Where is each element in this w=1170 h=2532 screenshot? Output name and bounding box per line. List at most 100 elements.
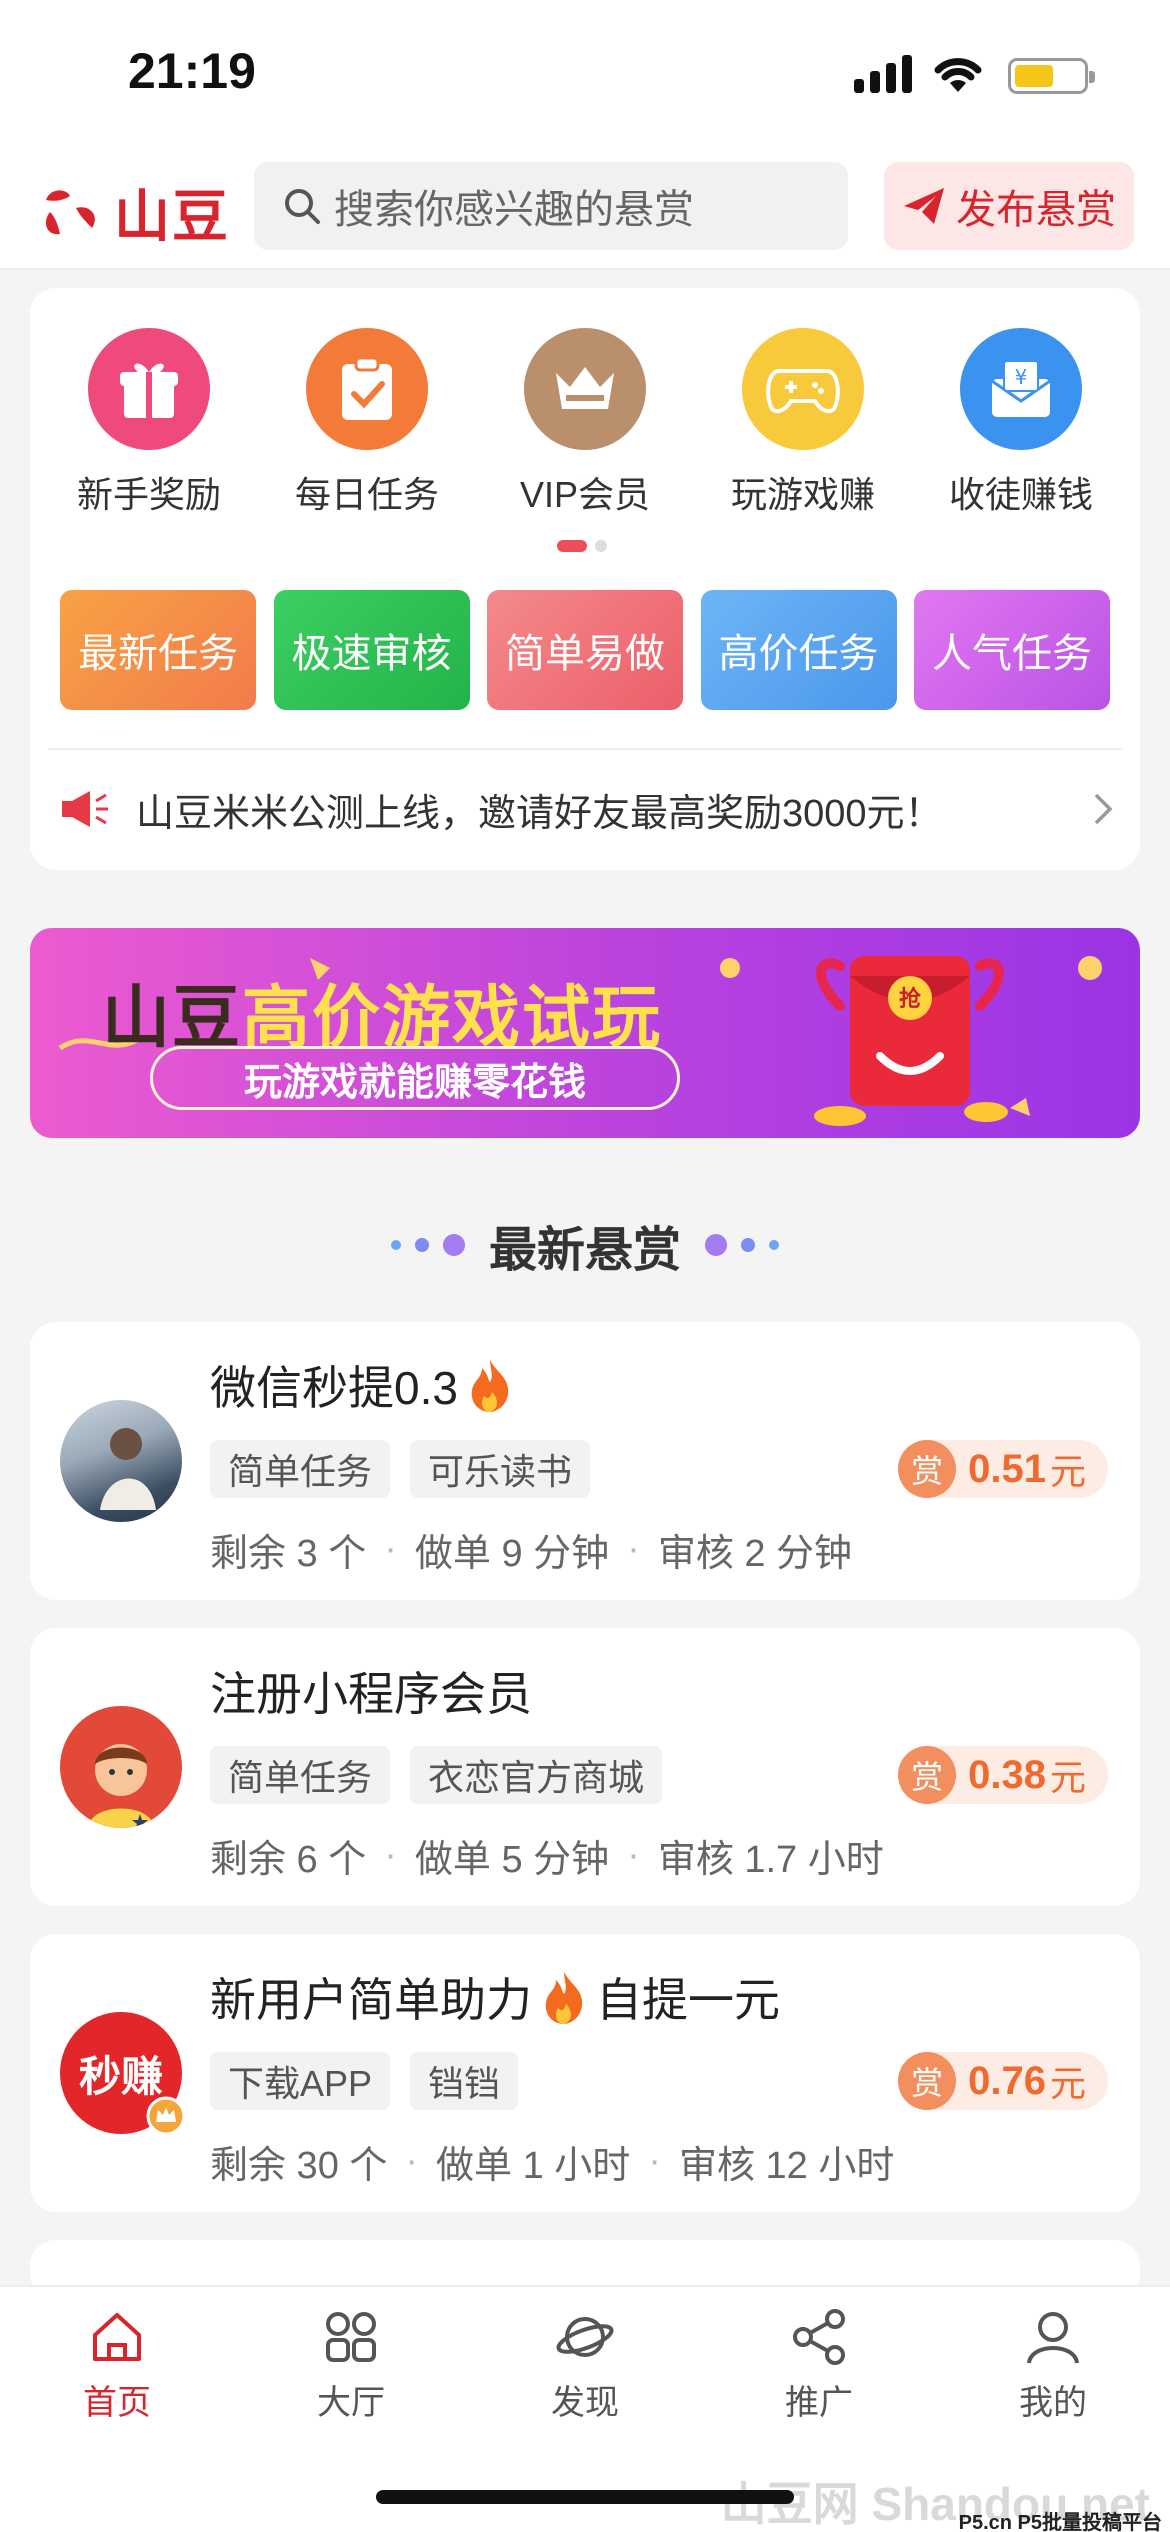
task-tag: 简单任务 xyxy=(210,1746,391,1804)
chevron-right-icon xyxy=(1094,793,1113,825)
task-review-time: 审核 1.7 小时 xyxy=(657,1839,884,1881)
publish-reward-button[interactable]: 发布悬赏 xyxy=(884,162,1134,250)
tab-label: 发现 xyxy=(551,2384,619,2422)
indicator-dot xyxy=(595,540,607,552)
tab-home[interactable]: 首页 xyxy=(27,2307,207,2424)
task-remaining: 剩余 6 个 xyxy=(210,1839,367,1881)
logo-text: 山豆 xyxy=(114,185,230,248)
home-indicator[interactable] xyxy=(376,2490,794,2504)
app-logo[interactable]: 山豆 xyxy=(36,172,230,253)
fire-icon xyxy=(471,1360,509,1412)
announcement-bar[interactable]: 山豆米米公测上线，邀请好友最高奖励3000元！ xyxy=(48,748,1122,868)
task-meta: 剩余 30 个 · 做单 1 小时 · 审核 12 小时 xyxy=(210,2134,894,2189)
grid-icon xyxy=(326,2312,376,2362)
task-avatar xyxy=(60,1706,182,1828)
reward-amount: 0.51 xyxy=(968,1446,1046,1491)
fire-icon xyxy=(545,1972,583,2024)
section-heading: 最新悬赏 xyxy=(0,1210,1170,1280)
publish-label: 发布悬赏 xyxy=(956,188,1116,232)
reward-amount: 0.38 xyxy=(968,1752,1046,1797)
task-reward: 赏 0.38 元 xyxy=(898,1746,1108,1804)
task-duration: 做单 9 分钟 xyxy=(414,1533,610,1575)
category-high-price[interactable]: 高价任务 xyxy=(700,590,897,710)
gamepad-icon xyxy=(742,328,864,450)
task-tags: 简单任务 可乐读书 xyxy=(210,1440,591,1498)
tab-hall[interactable]: 大厅 xyxy=(261,2307,441,2424)
crown-icon xyxy=(524,328,646,450)
envelope-yen-icon: ¥ xyxy=(960,328,1082,450)
quick-item-newbie-reward[interactable]: 新手奖励 xyxy=(49,328,249,518)
quick-item-recruit-earn[interactable]: ¥ 收徒赚钱 xyxy=(921,328,1121,518)
task-tags: 简单任务 衣恋官方商城 xyxy=(210,1746,663,1804)
tab-label: 推广 xyxy=(785,2384,853,2422)
quick-item-label: 每日任务 xyxy=(294,474,439,515)
task-review-time: 审核 2 分钟 xyxy=(657,1533,853,1575)
quick-item-daily-task[interactable]: 每日任务 xyxy=(267,328,467,518)
quick-item-vip[interactable]: VIP会员 xyxy=(485,328,685,518)
share-icon xyxy=(793,2309,845,2365)
quick-icon-row: 新手奖励 每日任务 VIP会员 玩游戏赚 ¥ 收徒赚钱 xyxy=(30,328,1140,518)
search-placeholder: 搜索你感兴趣的悬赏 xyxy=(334,188,694,232)
carousel-indicator xyxy=(557,540,607,552)
tab-discover[interactable]: 发现 xyxy=(495,2307,675,2424)
reward-badge: 赏 xyxy=(898,2052,957,2110)
tab-promote[interactable]: 推广 xyxy=(729,2307,909,2424)
reward-amount: 0.76 xyxy=(968,2058,1046,2103)
task-tag: 下载APP xyxy=(210,2052,391,2110)
search-icon xyxy=(285,189,320,224)
red-envelope-icon: 抢 xyxy=(814,956,1008,1126)
category-latest[interactable]: 最新任务 xyxy=(60,590,256,710)
category-easy[interactable]: 简单易做 xyxy=(487,590,683,710)
tab-label: 首页 xyxy=(83,2384,151,2422)
category-fast-review[interactable]: 极速审核 xyxy=(273,590,470,710)
task-title-suffix: 自提一元 xyxy=(596,1974,780,2026)
task-title-text: 注册小程序会员 xyxy=(210,1668,532,1720)
task-title-text: 新用户简单助力 xyxy=(210,1974,532,2026)
task-remaining: 剩余 30 个 xyxy=(210,2145,388,2187)
quick-item-label: 玩游戏赚 xyxy=(730,474,875,515)
reward-unit: 元 xyxy=(1049,1451,1086,1492)
tab-me[interactable]: 我的 xyxy=(963,2307,1143,2424)
task-tags: 下载APP 铛铛 xyxy=(210,2052,519,2110)
search-input[interactable]: 搜索你感兴趣的悬赏 xyxy=(254,162,848,250)
reward-unit: 元 xyxy=(1049,2063,1086,2104)
task-title: 微信秒提0.3 xyxy=(210,1352,514,1418)
task-reward: 赏 0.76 元 xyxy=(898,2052,1108,2110)
quick-item-label: 新手奖励 xyxy=(76,474,221,515)
indicator-dot-active xyxy=(557,540,587,552)
svg-text:¥: ¥ xyxy=(1015,365,1028,389)
promo-banner[interactable]: 山豆高价游戏试玩 玩游戏就能赚零花钱 抢 xyxy=(30,928,1140,1138)
planet-icon xyxy=(556,2317,614,2357)
tab-label: 大厅 xyxy=(317,2384,385,2422)
megaphone-icon xyxy=(62,791,108,827)
gift-icon xyxy=(88,328,210,450)
task-card[interactable]: 注册小程序会员 简单任务 衣恋官方商城 剩余 6 个 · 做单 5 分钟 · 审核 … xyxy=(30,1628,1140,1906)
watermark-small: P5.cn P5批量投稿平台 xyxy=(958,2512,1162,2532)
envelope-char: 抢 xyxy=(899,986,922,1012)
task-remaining: 剩余 3 个 xyxy=(210,1533,367,1575)
quick-item-label: VIP会员 xyxy=(519,474,651,515)
banner-subtitle: 玩游戏就能赚零花钱 xyxy=(150,1046,680,1110)
task-card[interactable]: 微信秒提0.3 简单任务 可乐读书 剩余 3 个 · 做单 9 分钟 · 审核 2 … xyxy=(30,1322,1140,1600)
home-icon xyxy=(93,2313,141,2361)
category-popular[interactable]: 人气任务 xyxy=(914,590,1110,710)
task-title: 新用户简单助力 自提一元 xyxy=(210,1964,780,2030)
quick-item-game-earn[interactable]: 玩游戏赚 xyxy=(703,328,903,518)
task-avatar xyxy=(60,1400,182,1522)
announcement-text: 山豆米米公测上线，邀请好友最高奖励3000元！ xyxy=(136,792,943,835)
cellular-signal-icon xyxy=(854,55,912,93)
tab-label: 我的 xyxy=(1019,2384,1087,2422)
reward-badge: 赏 xyxy=(898,1746,957,1804)
task-review-time: 审核 12 小时 xyxy=(678,2145,895,2187)
section-dots-left xyxy=(390,1234,465,1256)
app-header: 山豆 搜索你感兴趣的悬赏 发布悬赏 xyxy=(0,150,1170,270)
task-card[interactable]: 秒赚 新用户简单助力 自提一元 下载APP 铛铛 剩余 30 个 · 做单 1 小… xyxy=(30,1934,1140,2212)
status-time: 21:19 xyxy=(128,43,256,99)
battery-icon xyxy=(1008,58,1095,94)
top-card: 新手奖励 每日任务 VIP会员 玩游戏赚 ¥ 收徒赚钱 最新任务 极速审核 简单… xyxy=(30,288,1140,870)
task-tag: 可乐读书 xyxy=(410,1440,591,1498)
user-icon xyxy=(1027,2312,1079,2364)
wifi-icon xyxy=(934,58,982,92)
avatar-text: 秒赚 xyxy=(78,2051,163,2101)
reward-unit: 元 xyxy=(1049,1757,1086,1798)
